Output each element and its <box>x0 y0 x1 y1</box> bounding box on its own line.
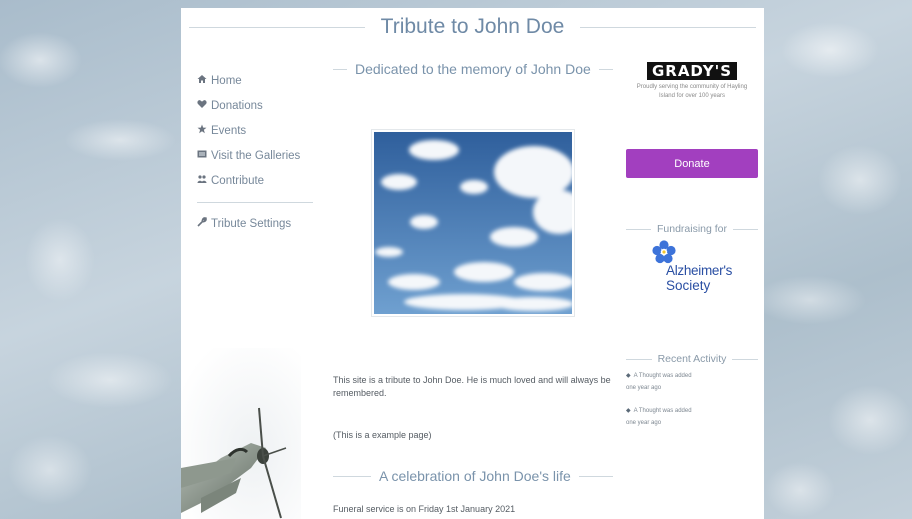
nav-item-label: Events <box>211 124 247 137</box>
activity-item[interactable]: ◆ A Thought was added one year ago <box>626 372 758 391</box>
charity-name-line-1: Alzheimer's <box>666 263 733 278</box>
dedication-title: Dedicated to the memory of John Doe <box>355 61 591 77</box>
forget-me-not-flower-icon <box>652 240 676 264</box>
heart-icon <box>197 99 211 112</box>
sponsor-logo[interactable]: GRADY'S <box>647 62 737 80</box>
thought-icon: ◆ <box>626 408 631 414</box>
recent-activity-heading: Recent Activity <box>626 352 758 366</box>
charity-name-line-2: Society <box>666 278 711 293</box>
sponsor-tagline-line-1: Proudly serving the community of Hayling <box>636 84 748 90</box>
home-icon <box>197 74 211 87</box>
dedication-rule-right <box>598 68 613 70</box>
nav-item-galleries[interactable]: Visit the Galleries <box>197 143 313 168</box>
nav-item-label: Tribute Settings <box>211 217 292 230</box>
spitfire-image <box>181 348 301 519</box>
header-rule-left <box>189 26 365 28</box>
intro-line-1: This site is a tribute to John Doe. He i… <box>333 375 611 385</box>
nav-item-label: Home <box>211 74 242 87</box>
celebration-rule-left <box>333 475 371 477</box>
page-title: Tribute to John Doe <box>380 15 565 38</box>
fundraising-rule-left <box>626 228 651 230</box>
tribute-page: Tribute to John Doe Home Donations Event… <box>181 8 764 519</box>
activity-time: one year ago <box>626 385 662 391</box>
main-content: Dedicated to the memory of John Doe This… <box>333 58 613 514</box>
activity-item[interactable]: ◆ A Thought was added one year ago <box>626 407 758 426</box>
fundraising-title: Fundraising for <box>656 223 728 235</box>
recent-activity-rule-left <box>626 358 652 360</box>
activity-text: A Thought was added <box>633 373 692 379</box>
sponsor-tagline-line-2: Island for over 100 years <box>658 93 726 99</box>
thought-icon: ◆ <box>626 373 631 379</box>
nav-item-home[interactable]: Home <box>197 68 313 93</box>
intro-paragraph: This site is a tribute to John Doe. He i… <box>333 374 613 400</box>
page-header: Tribute to John Doe <box>181 12 764 42</box>
nav-item-label: Donations <box>211 99 263 112</box>
funeral-info: Funeral service is on Friday 1st January… <box>333 504 516 514</box>
intro-line-2: remembered. <box>333 388 387 398</box>
nav-item-donations[interactable]: Donations <box>197 93 313 118</box>
recent-activity-rule-right <box>732 358 758 360</box>
star-icon <box>197 124 211 137</box>
fundraising-rule-right <box>733 228 759 230</box>
celebration-heading: A celebration of John Doe's life <box>333 465 613 487</box>
people-icon <box>197 174 211 187</box>
nav-item-label: Visit the Galleries <box>211 149 301 162</box>
celebration-rule-right <box>578 475 613 477</box>
memorial-photo <box>371 129 575 317</box>
nav-item-label: Contribute <box>211 174 265 187</box>
right-sidebar: GRADY'S Proudly serving the community of… <box>626 58 759 426</box>
gallery-icon <box>197 149 211 162</box>
donate-button[interactable]: Donate <box>626 149 758 178</box>
activity-time: one year ago <box>626 420 662 426</box>
nav-item-tribute-settings[interactable]: Tribute Settings <box>197 211 313 236</box>
recent-activity-title: Recent Activity <box>657 353 727 365</box>
dedication-heading: Dedicated to the memory of John Doe <box>333 58 613 80</box>
header-rule-right <box>580 26 757 28</box>
celebration-title: A celebration of John Doe's life <box>379 468 571 484</box>
nav-item-events[interactable]: Events <box>197 118 313 143</box>
nav-item-contribute[interactable]: Contribute <box>197 168 313 193</box>
fundraising-heading: Fundraising for <box>626 222 759 236</box>
charity-logo[interactable]: Alzheimer's Society <box>650 240 740 300</box>
wrench-icon <box>197 217 211 230</box>
dedication-rule-left <box>333 68 347 70</box>
sponsor-tagline: Proudly serving the community of Hayling… <box>626 83 758 101</box>
activity-text: A Thought was added <box>633 408 692 414</box>
sidebar-nav: Home Donations Events Visit the Gallerie… <box>197 68 313 236</box>
nav-divider <box>197 202 313 203</box>
example-note: (This is a example page) <box>333 430 432 440</box>
